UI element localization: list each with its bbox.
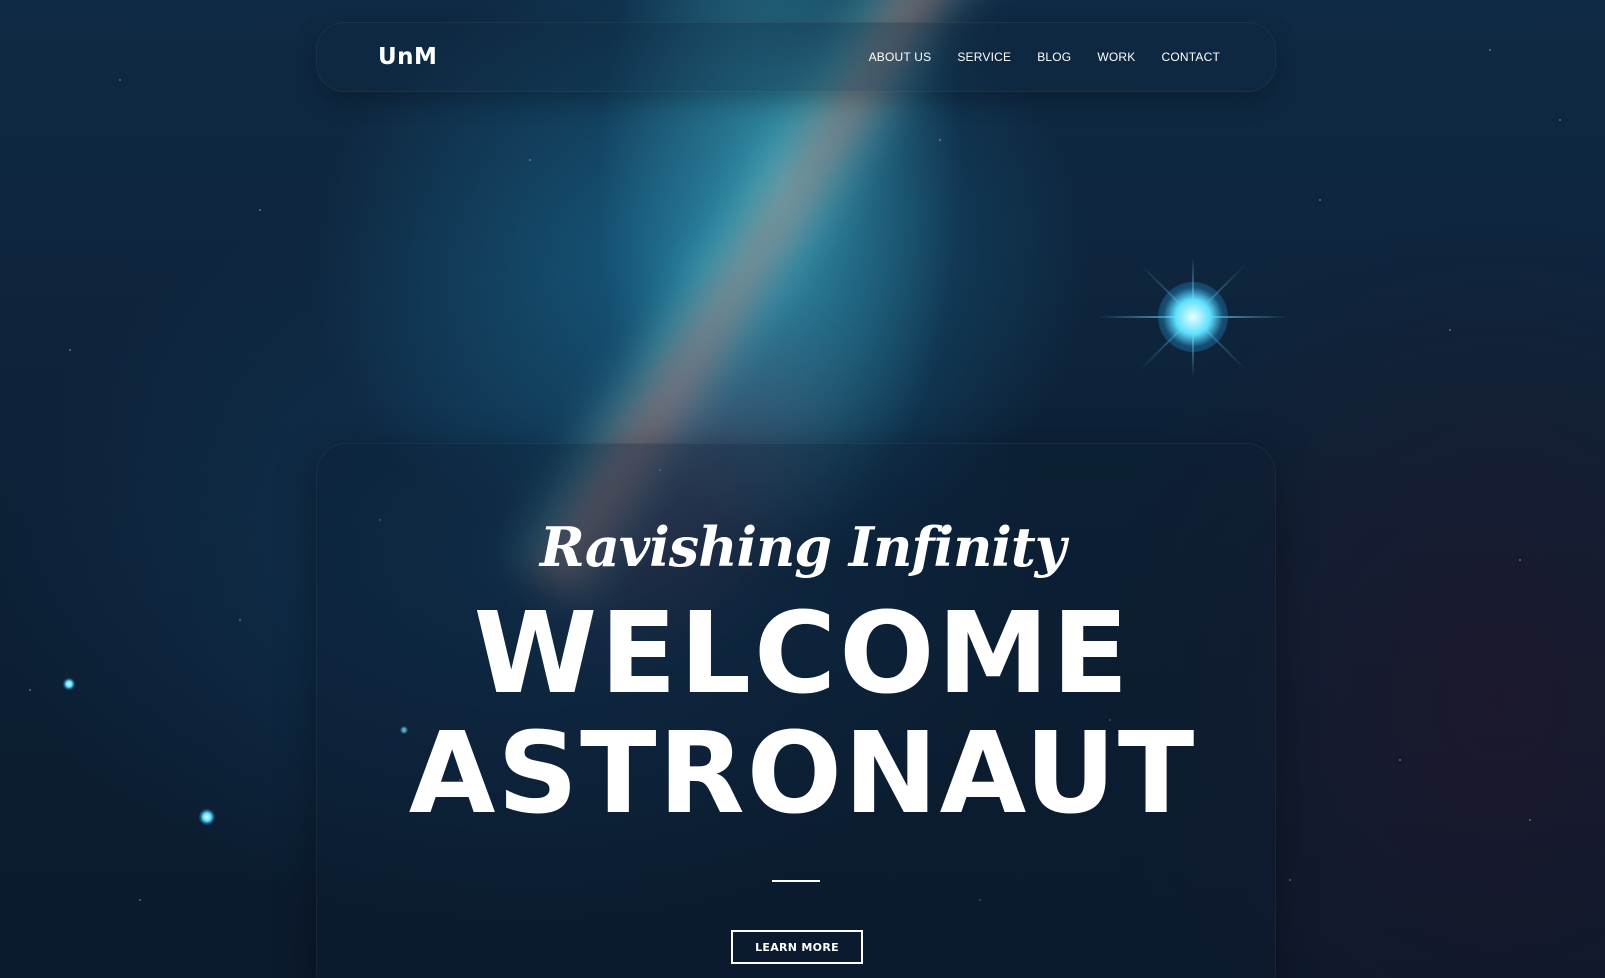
nav-link-about-us[interactable]: ABOUT US bbox=[869, 50, 932, 64]
nav-link-service[interactable]: SERVICE bbox=[957, 50, 1011, 64]
hero-title-line-1: WELCOME bbox=[473, 589, 1132, 719]
navbar: UnM ABOUT US SERVICE BLOG WORK CONTACT bbox=[316, 22, 1276, 92]
page: UnM ABOUT US SERVICE BLOG WORK CONTACT R… bbox=[0, 0, 1605, 978]
nav-link-work[interactable]: WORK bbox=[1097, 50, 1135, 64]
learn-more-button[interactable]: LEARN MORE bbox=[731, 930, 863, 964]
nav-links: ABOUT US SERVICE BLOG WORK CONTACT bbox=[869, 50, 1220, 64]
hero-divider bbox=[772, 880, 820, 882]
nav-link-blog[interactable]: BLOG bbox=[1037, 50, 1071, 64]
bright-star-icon bbox=[1158, 282, 1228, 352]
nav-link-contact[interactable]: CONTACT bbox=[1161, 50, 1220, 64]
hero-title-line-2: ASTRONAUT bbox=[408, 709, 1197, 839]
logo[interactable]: UnM bbox=[378, 44, 437, 70]
hero-tagline: Ravishing Infinity bbox=[539, 515, 1066, 579]
